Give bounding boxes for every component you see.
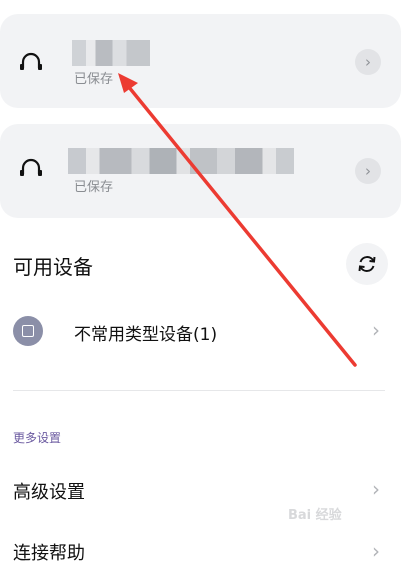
device-details-button[interactable]: › [355, 49, 381, 75]
more-settings-title: 更多设置 [13, 431, 62, 445]
chevron-right-icon: › [372, 318, 380, 342]
saved-device-card[interactable] [0, 14, 401, 108]
headphones-icon [20, 158, 42, 176]
available-devices-title: 可用设备 [13, 255, 93, 279]
divider [13, 390, 385, 391]
advanced-settings-item[interactable]: 高级设置 [13, 478, 85, 504]
device-icon [13, 316, 43, 346]
refresh-icon [358, 256, 376, 272]
device-status: 已保存 [74, 72, 114, 87]
uncommon-devices-item[interactable]: 不常用类型设备(1) [74, 320, 217, 345]
headphones-icon [20, 52, 42, 70]
chevron-right-icon: › [372, 477, 380, 501]
chevron-right-icon: › [365, 162, 371, 180]
chevron-right-icon: › [365, 53, 371, 71]
device-name-blurred [72, 40, 150, 66]
device-status: 已保存 [74, 180, 114, 195]
chevron-right-icon: › [372, 539, 380, 563]
device-name-blurred [68, 148, 294, 174]
refresh-button[interactable] [346, 243, 388, 285]
connection-help-item[interactable]: 连接帮助 [13, 539, 85, 565]
device-details-button[interactable]: › [355, 158, 381, 184]
watermark: Bai 经验 [288, 508, 342, 523]
